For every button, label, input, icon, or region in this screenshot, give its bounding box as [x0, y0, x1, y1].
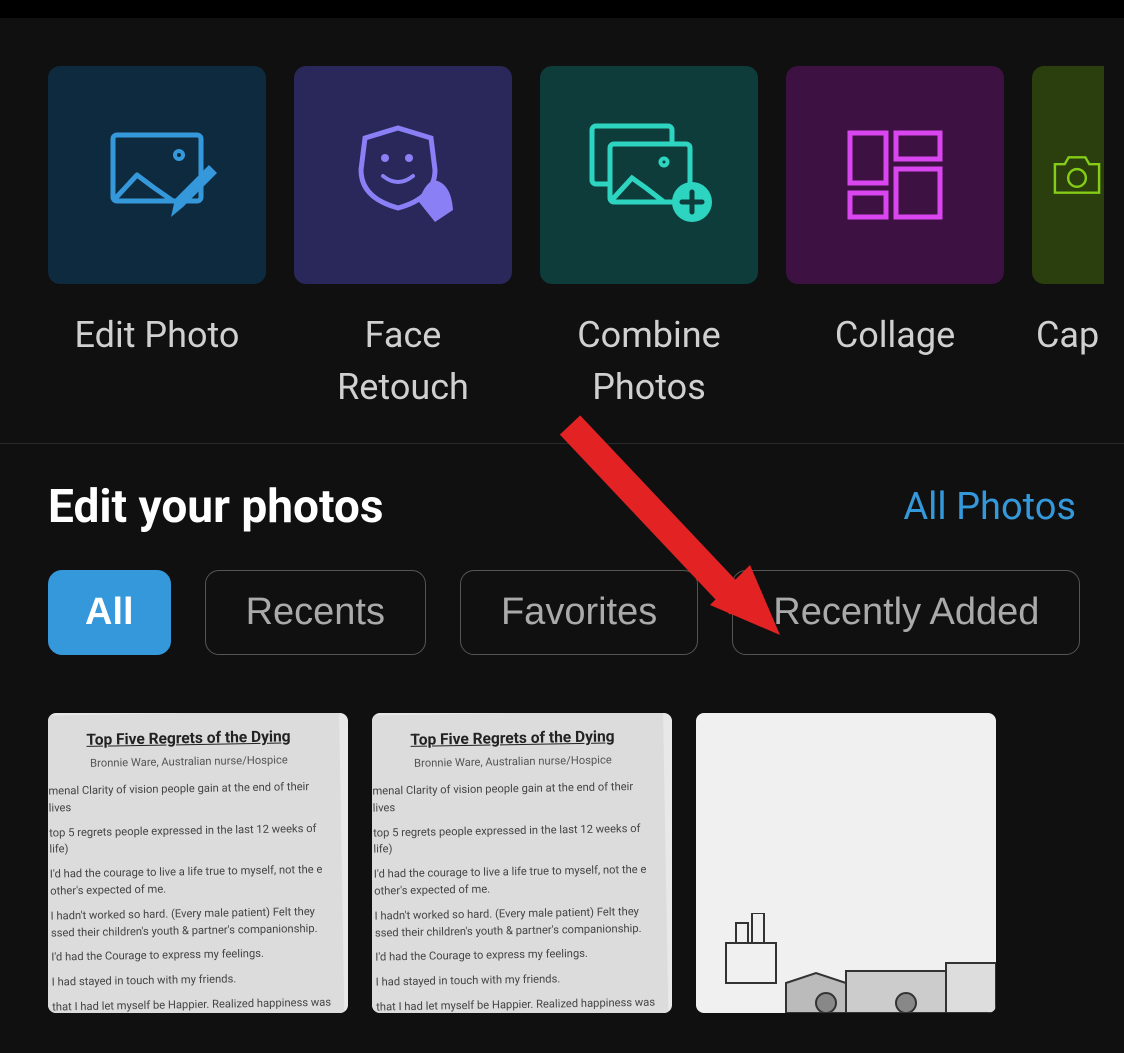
category-tile [786, 66, 1004, 284]
photo-thumbnail-2[interactable]: Top Five Regrets of the Dying Bronnie Wa… [372, 713, 672, 1013]
filter-row: All Recents Favorites Recently Added [0, 552, 1124, 673]
collage-icon [840, 125, 950, 225]
category-tile [294, 66, 512, 284]
filter-favorites[interactable]: Favorites [460, 570, 698, 655]
thumbnail-sketch-content [696, 913, 996, 1013]
category-caption[interactable]: Cap [1032, 66, 1104, 361]
category-tile [540, 66, 758, 284]
camera-icon [1050, 125, 1104, 225]
category-tile [48, 66, 266, 284]
filter-recents[interactable]: Recents [205, 570, 426, 655]
photo-thumbnail-3[interactable] [696, 713, 996, 1013]
all-photos-link[interactable]: All Photos [903, 485, 1076, 529]
category-label: FaceRetouch [337, 309, 469, 413]
thumbnail-row: Top Five Regrets of the Dying Bronnie Wa… [0, 673, 1124, 1053]
category-label: CombinePhotos [577, 309, 720, 413]
photo-thumbnail-1[interactable]: Top Five Regrets of the Dying Bronnie Wa… [48, 713, 348, 1013]
category-collage[interactable]: Collage [786, 66, 1004, 361]
status-bar [0, 0, 1124, 18]
combine-photos-icon [584, 120, 714, 230]
category-combine-photos[interactable]: CombinePhotos [540, 66, 758, 413]
category-label: Edit Photo [75, 309, 240, 361]
category-label: Cap [1032, 309, 1099, 361]
section-header: Edit your photos All Photos [0, 444, 1124, 552]
category-tile [1032, 66, 1104, 284]
section-title: Edit your photos [48, 480, 384, 534]
category-row: Edit Photo FaceRetouch [0, 18, 1124, 443]
category-face-retouch[interactable]: FaceRetouch [294, 66, 512, 413]
face-retouch-icon [343, 120, 463, 230]
category-edit-photo[interactable]: Edit Photo [48, 66, 266, 361]
category-label: Collage [835, 309, 955, 361]
thumbnail-content: Top Five Regrets of the Dying Bronnie Wa… [372, 713, 669, 1013]
edit-photo-icon [97, 125, 217, 225]
thumbnail-content: Top Five Regrets of the Dying Bronnie Wa… [48, 713, 345, 1013]
filter-all[interactable]: All [48, 570, 171, 655]
filter-recently-added[interactable]: Recently Added [732, 570, 1080, 655]
